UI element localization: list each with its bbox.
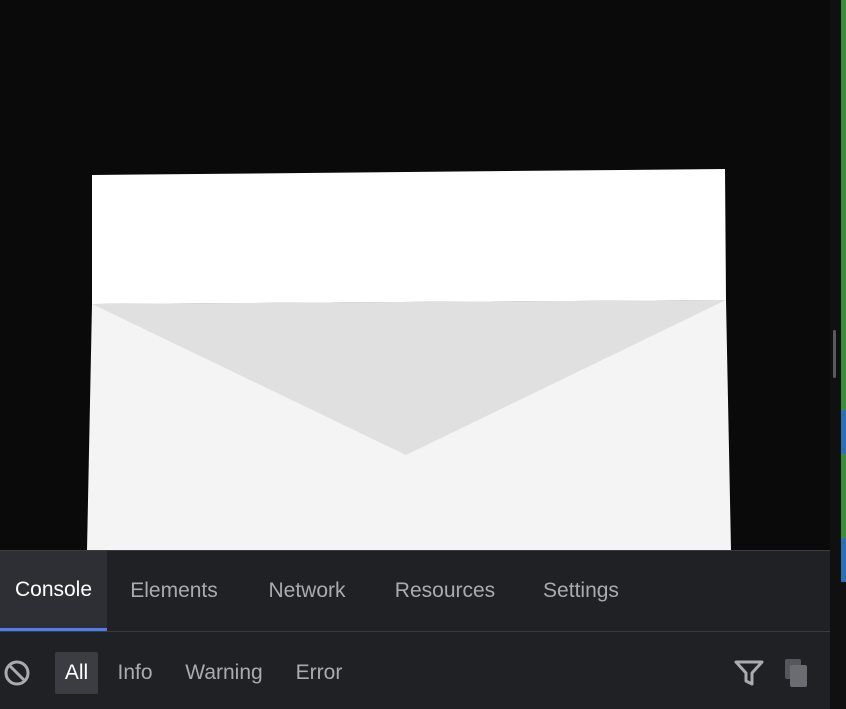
filter-all[interactable]: All: [55, 652, 98, 694]
overview-ruler: [830, 0, 846, 709]
tab-label: Network: [268, 579, 346, 602]
tab-elements[interactable]: Elements: [114, 551, 234, 631]
envelope-top-panel: [92, 169, 726, 304]
filter-label: All: [64, 661, 89, 684]
tab-settings[interactable]: Settings: [526, 551, 636, 631]
ruler-mark-green: [841, 0, 846, 410]
ruler-mark-blue: [841, 538, 846, 582]
funnel-icon: [734, 660, 764, 686]
filter-error[interactable]: Error: [286, 652, 352, 694]
filter-info[interactable]: Info: [108, 652, 162, 694]
tab-label: Resources: [394, 579, 496, 602]
filter-label: Warning: [185, 661, 263, 684]
tab-network[interactable]: Network: [250, 551, 364, 631]
filter-warning[interactable]: Warning: [174, 652, 274, 694]
copy-icon: [785, 659, 807, 687]
console-filterbar: All Info Warning Error: [0, 632, 830, 709]
ruler-mark-green: [841, 454, 846, 538]
filter-button[interactable]: [733, 658, 765, 688]
tab-label: Elements: [130, 579, 218, 602]
tab-resources[interactable]: Resources: [380, 551, 510, 631]
scrollbar-thumb[interactable]: [833, 330, 836, 378]
tab-console[interactable]: Console: [0, 551, 107, 631]
filter-label: Info: [117, 661, 153, 684]
tab-label: Settings: [543, 579, 619, 602]
copy-button[interactable]: [783, 657, 809, 689]
app-window: Console Elements Network Resources Setti…: [0, 0, 846, 709]
devtools-panel: Console Elements Network Resources Setti…: [0, 550, 830, 709]
page-viewport: [0, 0, 830, 550]
block-icon: [4, 660, 30, 686]
clear-console-button[interactable]: [3, 659, 31, 687]
ruler-mark-blue: [841, 410, 846, 454]
devtools-tabbar: Console Elements Network Resources Setti…: [0, 551, 830, 632]
filter-label: Error: [295, 661, 343, 684]
envelope-illustration: [87, 169, 731, 550]
tab-label: Console: [14, 577, 93, 601]
